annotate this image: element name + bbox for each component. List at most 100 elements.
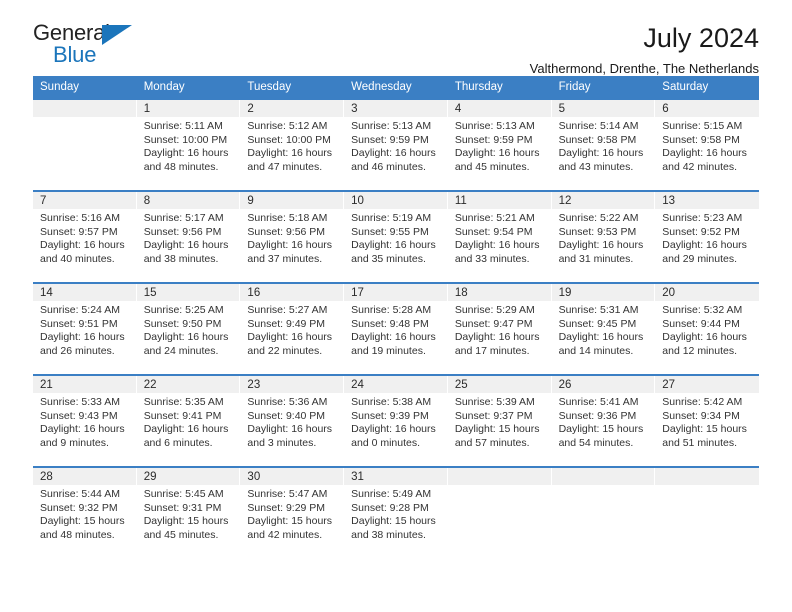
day-info-line: and 0 minutes. <box>351 436 421 449</box>
day-sun-info: Sunrise: 5:33 AM Sunset: 9:43 PM Daylight:… <box>33 393 136 450</box>
day-info-line: and 19 minutes. <box>351 344 426 357</box>
calendar-day-cell[interactable]: 19 Sunrise: 5:31 AM Sunset: 9:45 PM Dayligh… <box>551 284 656 367</box>
day-info-line: Sunset: 10:00 PM <box>143 133 228 146</box>
calendar-day-cell[interactable]: 7 Sunrise: 5:16 AM Sunset: 9:57 PM Daylight… <box>33 192 137 275</box>
day-info-line: Daylight: 16 hours <box>351 239 436 252</box>
calendar-day-cell[interactable]: 12 Sunrise: 5:22 AM Sunset: 9:53 PM Dayligh… <box>551 192 656 275</box>
day-number <box>655 468 759 485</box>
calendar-day-cell[interactable]: 17 Sunrise: 5:28 AM Sunset: 9:48 PM Dayligh… <box>344 284 448 367</box>
day-info-line: Sunrise: 5:18 AM <box>247 212 328 224</box>
calendar-day-cell[interactable]: 1 Sunrise: 5:11 AM Sunset: 10:00 PM Dayligh… <box>136 100 241 183</box>
day-info-line: Sunrise: 5:49 AM <box>351 488 432 500</box>
day-info-line: Daylight: 16 hours <box>454 331 540 344</box>
day-info-line: and 54 minutes. <box>558 436 634 449</box>
day-info-line: Sunset: 9:32 PM <box>40 501 118 514</box>
logo-text-blue: Blue <box>53 42 97 67</box>
weekday-header-tuesday: Tuesday <box>247 81 292 93</box>
day-info-line: and 51 minutes. <box>662 436 737 449</box>
calendar-day-cell[interactable]: 26 Sunrise: 5:41 AM Sunset: 9:36 PM Dayligh… <box>551 376 656 459</box>
day-info-line: and 42 minutes. <box>662 160 737 173</box>
calendar-day-cell[interactable]: 23 Sunrise: 5:36 AM Sunset: 9:40 PM Dayligh… <box>240 376 345 459</box>
calendar-day-cell[interactable]: 9 Sunrise: 5:18 AM Sunset: 9:56 PM Daylight… <box>240 192 345 275</box>
generalblue-logo: General Blue <box>33 22 141 68</box>
day-info-line: Sunrise: 5:29 AM <box>454 304 535 316</box>
day-info-line: Daylight: 16 hours <box>351 423 436 436</box>
day-info-line: Daylight: 16 hours <box>662 331 747 344</box>
day-info-line: and 43 minutes. <box>558 160 634 173</box>
day-number <box>33 100 136 117</box>
day-sun-info: Sunrise: 5:24 AM Sunset: 9:51 PM Daylight:… <box>33 301 136 358</box>
calendar-day-cell[interactable]: 8 Sunrise: 5:17 AM Sunset: 9:56 PM Daylight… <box>136 192 241 275</box>
day-sun-info: Sunrise: 5:32 AM Sunset: 9:44 PM Daylight:… <box>655 301 759 358</box>
day-info-line: and 37 minutes. <box>247 252 323 265</box>
day-info-line: and 47 minutes. <box>247 160 323 173</box>
day-number: 20 <box>655 284 759 301</box>
day-info-line: Sunset: 9:34 PM <box>662 409 740 422</box>
calendar-day-cell[interactable]: 25 Sunrise: 5:39 AM Sunset: 9:37 PM Dayligh… <box>447 376 552 459</box>
day-info-line: Sunrise: 5:23 AM <box>662 212 743 224</box>
day-info-line: Sunset: 9:58 PM <box>558 133 637 146</box>
day-info-line: Daylight: 16 hours <box>558 239 644 252</box>
calendar-day-cell[interactable]: 21 Sunrise: 5:33 AM Sunset: 9:43 PM Dayligh… <box>33 376 137 459</box>
day-info-line: Sunrise: 5:14 AM <box>558 120 639 132</box>
day-info-line: Daylight: 16 hours <box>662 147 747 160</box>
calendar-day-cell[interactable]: 30 Sunrise: 5:47 AM Sunset: 9:29 PM Dayligh… <box>240 468 345 551</box>
day-info-line: Sunset: 9:58 PM <box>662 133 740 146</box>
day-info-line: Sunset: 9:52 PM <box>662 225 740 238</box>
day-info-line: Daylight: 15 hours <box>40 515 125 528</box>
day-sun-info: Sunrise: 5:18 AM Sunset: 9:56 PM Daylight:… <box>240 209 343 266</box>
day-number: 16 <box>240 284 344 301</box>
calendar-day-cell[interactable]: 15 Sunrise: 5:25 AM Sunset: 9:50 PM Dayligh… <box>136 284 241 367</box>
calendar-day-cell[interactable]: 13 Sunrise: 5:23 AM Sunset: 9:52 PM Dayligh… <box>655 192 759 275</box>
day-info-line: Sunrise: 5:35 AM <box>143 396 224 408</box>
day-number: 29 <box>136 468 240 485</box>
day-info-line: Daylight: 16 hours <box>247 331 333 344</box>
calendar-day-cell[interactable]: 11 Sunrise: 5:21 AM Sunset: 9:54 PM Dayligh… <box>447 192 552 275</box>
calendar-day-cell[interactable]: 14 Sunrise: 5:24 AM Sunset: 9:51 PM Dayligh… <box>33 284 137 367</box>
day-info-line: Sunrise: 5:16 AM <box>40 212 120 224</box>
calendar-day-cell[interactable]: 27 Sunrise: 5:42 AM Sunset: 9:34 PM Dayligh… <box>655 376 759 459</box>
calendar-day-cell[interactable]: 16 Sunrise: 5:27 AM Sunset: 9:49 PM Dayligh… <box>240 284 345 367</box>
calendar-day-cell[interactable]: 10 Sunrise: 5:19 AM Sunset: 9:55 PM Dayligh… <box>344 192 448 275</box>
weekday-header-friday: Friday <box>558 81 591 93</box>
calendar-day-cell[interactable]: 2 Sunrise: 5:12 AM Sunset: 10:00 PM Dayligh… <box>240 100 345 183</box>
day-info-line: and 48 minutes. <box>40 528 115 541</box>
calendar-day-cell[interactable]: 6 Sunrise: 5:15 AM Sunset: 9:58 PM Daylight… <box>655 100 759 183</box>
calendar-day-cell[interactable]: 24 Sunrise: 5:38 AM Sunset: 9:39 PM Dayligh… <box>344 376 448 459</box>
calendar-day-cell[interactable]: 4 Sunrise: 5:13 AM Sunset: 9:59 PM Daylight… <box>447 100 552 183</box>
day-info-line: Daylight: 16 hours <box>40 423 125 436</box>
day-sun-info: Sunrise: 5:14 AM Sunset: 9:58 PM Daylight:… <box>552 117 655 174</box>
title-block: July 2024 Valthermond, Drenthe, The Neth… <box>530 22 759 77</box>
day-info-line: Daylight: 15 hours <box>351 515 436 528</box>
day-info-line: Daylight: 16 hours <box>558 331 644 344</box>
day-sun-info <box>655 485 759 488</box>
day-info-line: Daylight: 16 hours <box>351 147 436 160</box>
day-info-line: and 33 minutes. <box>454 252 530 265</box>
day-number: 14 <box>33 284 136 301</box>
calendar-day-cell[interactable]: 22 Sunrise: 5:35 AM Sunset: 9:41 PM Dayligh… <box>136 376 241 459</box>
day-info-line: Daylight: 16 hours <box>143 147 229 160</box>
weekday-header-monday: Monday <box>143 81 185 93</box>
day-info-line: Sunrise: 5:12 AM <box>247 120 328 132</box>
day-number <box>447 468 551 485</box>
day-sun-info: Sunrise: 5:15 AM Sunset: 9:58 PM Daylight:… <box>655 117 759 174</box>
calendar-day-cell[interactable]: 31 Sunrise: 5:49 AM Sunset: 9:28 PM Dayligh… <box>344 468 448 551</box>
day-info-line: Sunrise: 5:42 AM <box>662 396 743 408</box>
calendar-day-cell[interactable]: 28 Sunrise: 5:44 AM Sunset: 9:32 PM Dayligh… <box>33 468 137 551</box>
day-info-line: Sunrise: 5:13 AM <box>454 120 535 132</box>
day-sun-info: Sunrise: 5:25 AM Sunset: 9:50 PM Daylight:… <box>137 301 240 358</box>
day-info-line: Sunrise: 5:11 AM <box>143 120 223 132</box>
day-info-line: and 3 minutes. <box>247 436 317 449</box>
calendar-day-cell[interactable]: 5 Sunrise: 5:14 AM Sunset: 9:58 PM Daylight… <box>551 100 656 183</box>
calendar-day-cell-empty <box>655 468 759 551</box>
day-info-line: and 38 minutes. <box>143 252 219 265</box>
day-number: 12 <box>551 192 655 209</box>
calendar-day-cell[interactable]: 29 Sunrise: 5:45 AM Sunset: 9:31 PM Dayligh… <box>136 468 241 551</box>
day-info-line: Sunrise: 5:17 AM <box>143 212 224 224</box>
calendar-day-cell[interactable]: 20 Sunrise: 5:32 AM Sunset: 9:44 PM Dayligh… <box>655 284 759 367</box>
calendar-week-row: 21 Sunrise: 5:33 AM Sunset: 9:43 PM Dayligh… <box>33 374 759 459</box>
calendar-week-row: 28 Sunrise: 5:44 AM Sunset: 9:32 PM Dayligh… <box>33 466 759 551</box>
day-info-line: Sunrise: 5:47 AM <box>247 488 328 500</box>
calendar-day-cell[interactable]: 18 Sunrise: 5:29 AM Sunset: 9:47 PM Dayligh… <box>447 284 552 367</box>
calendar-day-cell[interactable]: 3 Sunrise: 5:13 AM Sunset: 9:59 PM Daylight… <box>344 100 448 183</box>
